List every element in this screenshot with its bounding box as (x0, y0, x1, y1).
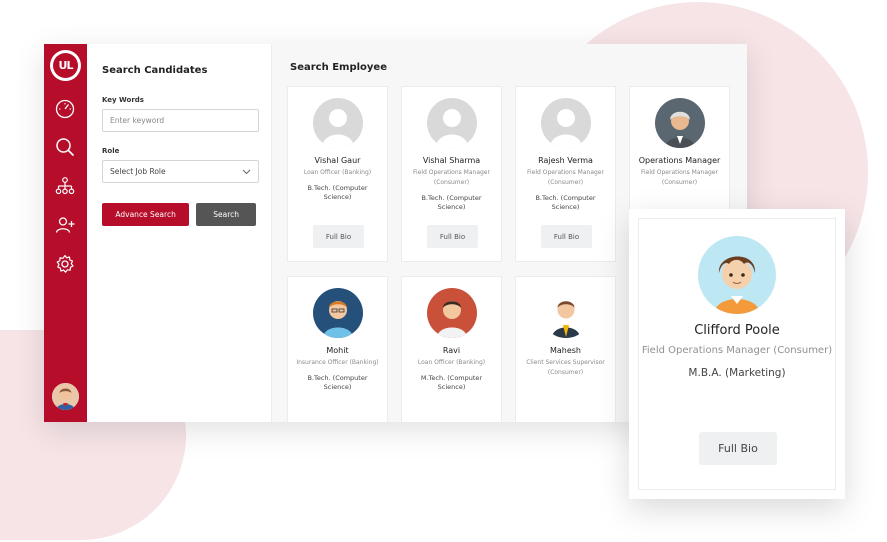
placeholder-avatar-icon (426, 98, 477, 148)
keyword-placeholder: Enter keyword (110, 116, 165, 125)
full-bio-button[interactable]: Full Bio (699, 432, 777, 465)
employee-card[interactable]: Mahesh Client Services Supervisor (Consu… (515, 276, 616, 422)
employee-name: Vishal Gaur (314, 156, 361, 165)
employee-name: Rajesh Verma (538, 156, 593, 165)
employee-card[interactable]: Vishal Gaur Loan Officer (Banking) B.Tec… (287, 86, 388, 262)
employee-education: B.Tech. (Computer Science) (421, 194, 482, 212)
sidebar-rail: UL (44, 44, 87, 422)
marketing-illustration: UL Search Candidates Key Words Enter key… (0, 0, 887, 542)
employee-role: Client Services Supervisor (Consumer) (526, 359, 605, 377)
add-user-icon[interactable] (54, 214, 76, 236)
profile-education: M.B.A. (Marketing) (688, 367, 786, 379)
employee-education: M.Tech. (Computer Science) (420, 374, 483, 392)
role-label: Role (102, 147, 120, 155)
placeholder-avatar-icon (312, 98, 363, 148)
employee-role: Loan Officer (Banking) (417, 359, 486, 367)
employee-card[interactable]: Vishal Sharma Field Operations Manager (… (401, 86, 502, 262)
employee-name: Ravi (442, 346, 461, 355)
job-role-select[interactable]: Select Job Role (102, 160, 259, 183)
employee-role: Field Operations Manager (Consumer) (527, 169, 604, 187)
full-bio-button[interactable]: Full Bio (427, 225, 478, 248)
full-bio-button[interactable]: Full Bio (313, 225, 364, 248)
advance-search-button[interactable]: Advance Search (102, 203, 190, 226)
dashboard-icon[interactable] (54, 98, 76, 120)
search-icon[interactable] (54, 136, 76, 158)
mohit-avatar-icon (312, 288, 363, 338)
search-button[interactable]: Search (196, 203, 256, 226)
employee-education: B.Tech. (Computer Science) (535, 194, 596, 212)
employee-education: B.Tech. (Computer Science) (307, 184, 368, 202)
employee-name: Operations Manager (638, 156, 721, 165)
employee-role: Insurance Officer (Banking) (296, 359, 379, 367)
employee-name: Mahesh (549, 346, 582, 355)
profile-avatar-icon (698, 236, 776, 314)
elder-avatar-icon (654, 98, 705, 148)
chevron-down-icon (242, 169, 251, 174)
mahesh-avatar-icon (540, 288, 591, 338)
user-avatar-icon (52, 383, 79, 410)
ravi-avatar-icon (426, 288, 477, 338)
profile-name: Clifford Poole (694, 323, 780, 338)
employee-role: Field Operations Manager (Consumer) (413, 169, 490, 187)
employee-card[interactable]: Mohit Insurance Officer (Banking) B.Tech… (287, 276, 388, 422)
placeholder-avatar-icon (540, 98, 591, 148)
employee-card[interactable]: Ravi Loan Officer (Banking) M.Tech. (Com… (401, 276, 502, 422)
job-role-value: Select Job Role (110, 167, 166, 176)
search-panel: Search Candidates Key Words Enter keywor… (87, 44, 272, 422)
results-title: Search Employee (290, 62, 387, 73)
gear-icon[interactable] (54, 253, 76, 275)
user-avatar[interactable] (52, 383, 79, 410)
employee-card[interactable]: Rajesh Verma Field Operations Manager (C… (515, 86, 616, 262)
keywords-label: Key Words (102, 96, 144, 104)
panel-title: Search Candidates (102, 65, 208, 76)
employee-role: Field Operations Manager (Consumer) (641, 169, 718, 187)
employee-name: Mohit (326, 346, 349, 355)
brand-logo[interactable]: UL (50, 50, 81, 81)
employee-role: Loan Officer (Banking) (303, 169, 372, 177)
employee-name: Vishal Sharma (422, 156, 481, 165)
profile-popup: Clifford Poole Field Operations Manager … (629, 209, 845, 499)
keyword-input[interactable]: Enter keyword (102, 109, 259, 132)
profile-role: Field Operations Manager (Consumer) (641, 345, 833, 356)
full-bio-button[interactable]: Full Bio (541, 225, 592, 248)
employee-education: B.Tech. (Computer Science) (307, 374, 368, 392)
org-chart-icon[interactable] (54, 175, 76, 197)
